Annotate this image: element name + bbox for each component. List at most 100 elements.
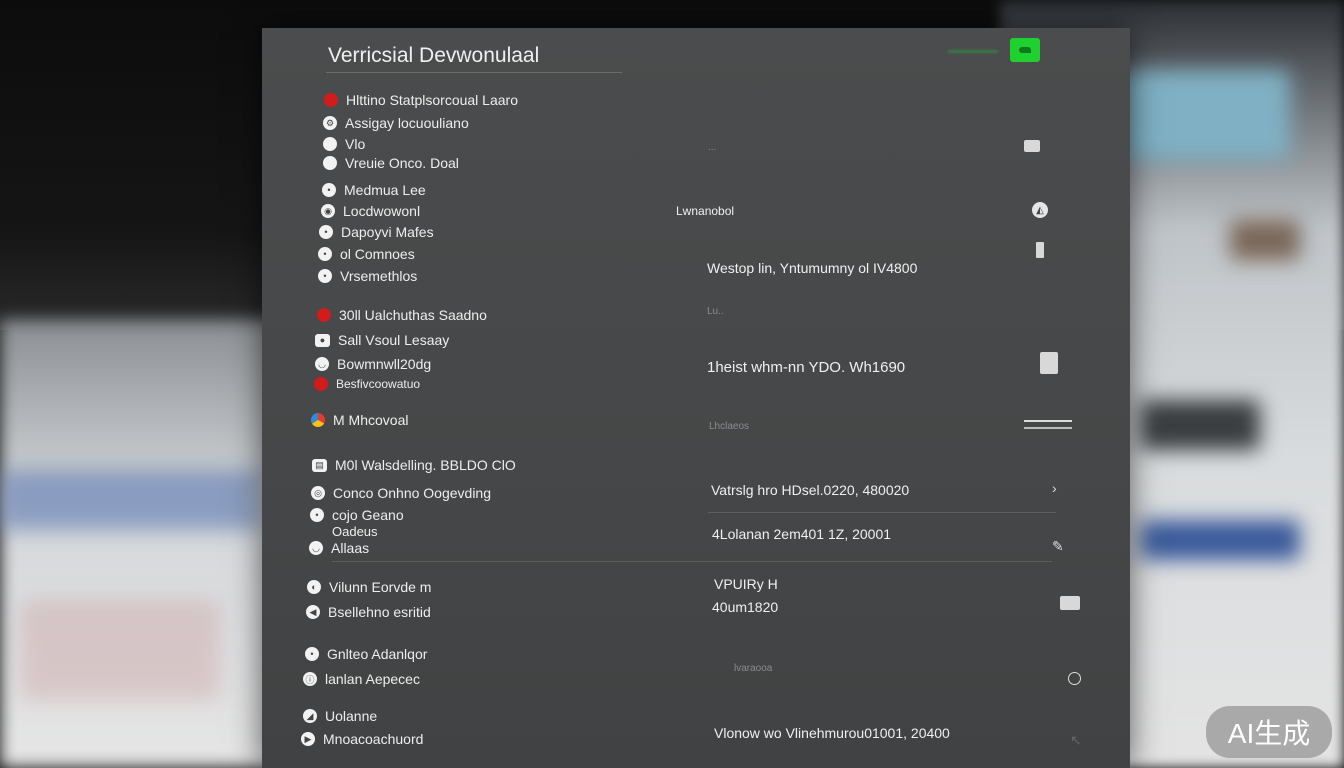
list-item[interactable]: M Mhcovoal (311, 412, 408, 428)
download-panel: Verricsial Devwonulaal Hlttino Statplsor… (262, 28, 1130, 768)
list-item[interactable]: Hlttino Statplsorcoual Laaro (324, 92, 518, 108)
list-item[interactable]: • Vrsemethlos (318, 268, 417, 284)
list-item-label: M Mhcovoal (333, 412, 409, 428)
background-blob (20, 600, 220, 700)
value-text: 4Lolanan 2em401 1Z, 20001 (712, 526, 892, 542)
circle-icon (323, 137, 337, 151)
value-text: 40um1820 (712, 599, 779, 615)
bar-icon[interactable] (1024, 420, 1072, 429)
list-item-label: Vreuie Onco. Doal (345, 155, 459, 171)
list-item-label: Vilunn Eorvde m (329, 579, 432, 595)
list-item-label: cojo Geano (332, 507, 404, 523)
circle-icon: • (305, 647, 319, 661)
person-icon[interactable] (1040, 352, 1058, 374)
list-item-label: Hlttino Statplsorcoual Laaro (346, 92, 518, 108)
list-item-label: Gnlteo Adanlqor (327, 646, 428, 662)
circle-icon: ◉ (321, 204, 335, 218)
list-item-label: Oadeus (332, 524, 378, 539)
list-item[interactable]: • Gnlteo Adanlqor (305, 646, 427, 662)
chevron-right-icon[interactable]: › (1052, 480, 1057, 496)
circle-icon: ◡ (309, 541, 323, 555)
circle-icon: ⓘ (303, 672, 317, 686)
list-item-label: Uolanne (325, 708, 378, 724)
value-dim: lvaraooa (734, 663, 773, 674)
list-item[interactable]: Besfivcoowatuo (314, 377, 420, 391)
square-icon: ▤ (312, 458, 327, 472)
background-blob (1120, 70, 1290, 160)
title-divider (326, 72, 622, 73)
list-item[interactable]: 30ll Ualchuthas Saadno (317, 307, 487, 323)
circle-icon: ◢ (303, 709, 317, 723)
section-divider (332, 561, 1052, 562)
list-item[interactable]: ● Sall Vsoul Lesaay (315, 332, 449, 348)
list-item[interactable]: • Medmua Lee (322, 182, 426, 198)
list-item-label: Bsellehno esritid (328, 604, 431, 620)
arrow-icon[interactable]: ↖ (1070, 732, 1082, 749)
value-text: Vlonow wo Vlinehmurou01001, 20400 (714, 725, 950, 741)
circle-icon: ◡ (315, 357, 329, 371)
list-item[interactable]: ◡ Allaas (309, 540, 369, 556)
circle-icon: ▶ (301, 732, 315, 746)
list-item[interactable]: Vreuie Onco. Doal (323, 155, 459, 171)
list-item-label: Mnoacoachuord (323, 731, 424, 747)
red-dot-icon (317, 308, 331, 322)
list-item[interactable]: ▤ M0l Walsdelling. BBLDO ClO (312, 457, 516, 473)
list-item[interactable]: • cojo Geano (310, 507, 404, 523)
box-icon[interactable] (1024, 140, 1040, 152)
circle-icon: ◀ (306, 605, 320, 619)
list-item[interactable]: Oadeus (332, 524, 378, 539)
list-item-label: M0l Walsdelling. BBLDO ClO (335, 457, 516, 473)
list-item-label: ol Comnoes (340, 246, 415, 262)
list-item-label: 30ll Ualchuthas Saadno (339, 307, 487, 323)
value-dim: ... (708, 142, 717, 153)
list-item-label: Sall Vsoul Lesaay (338, 332, 450, 348)
pen-icon[interactable]: ✎ (1052, 538, 1064, 555)
list-item[interactable]: ◢ Uolanne (303, 708, 377, 724)
red-dot-icon (314, 377, 328, 391)
circle-icon: • (319, 225, 333, 239)
circle-icon (323, 156, 337, 170)
value-text: Westop lin, Yntumumny ol IV4800 (707, 260, 918, 276)
list-item[interactable]: ⚙ Assigay locuouliano (323, 115, 469, 131)
square-icon: ● (315, 333, 330, 347)
multicolor-icon (311, 413, 325, 427)
red-dot-icon (324, 93, 338, 107)
value-text: Lwnanobol (676, 204, 735, 218)
circle-icon: ⚙ (323, 116, 337, 130)
circle-icon: • (322, 183, 336, 197)
box-icon[interactable] (1060, 596, 1080, 610)
ai-generated-watermark: AI生成 (1206, 706, 1332, 758)
list-item[interactable]: ⓘ lanlan Aepecec (303, 671, 420, 687)
radio-icon[interactable] (1068, 672, 1081, 685)
background-blob (1140, 400, 1260, 450)
list-item[interactable]: Vlo (323, 136, 365, 152)
app-logo-icon[interactable] (1010, 38, 1040, 62)
list-item[interactable]: ◡ Bowmnwll20dg (315, 356, 431, 372)
value-text: Vatrslg hro HDsel.0220, 480020 (711, 482, 910, 498)
list-item-label: Besfivcoowatuo (336, 377, 421, 391)
list-item[interactable]: • Dapoyvi Mafes (319, 224, 434, 240)
list-item-label: Medmua Lee (344, 182, 426, 198)
kiosk-icon[interactable] (1036, 242, 1044, 258)
logo-stroke (948, 50, 998, 53)
value-dim: Lhclaeos (709, 421, 750, 432)
circle-icon: ◐ (307, 580, 321, 594)
list-item[interactable]: ◐ Vilunn Eorvde m (307, 579, 431, 595)
list-item[interactable]: ▶ Mnoacoachuord (301, 731, 423, 747)
list-item[interactable]: ◉ Locdwowonl (321, 203, 420, 219)
circle-icon: • (318, 269, 332, 283)
list-item[interactable]: • ol Comnoes (318, 246, 415, 262)
value-text: VPUIRy H (714, 576, 778, 592)
person-icon[interactable]: ◭ (1032, 202, 1048, 218)
panel-title: Verricsial Devwonulaal (328, 44, 540, 67)
list-item-label: Assigay locuouliano (345, 115, 469, 131)
value-dim: Lu.. (707, 306, 724, 317)
circle-icon: ◎ (311, 486, 325, 500)
list-item-label: Vlo (345, 136, 366, 152)
list-item-label: Bowmnwll20dg (337, 356, 432, 372)
row-divider (708, 512, 1056, 513)
list-item[interactable]: ◀ Bsellehno esritid (306, 604, 431, 620)
list-item-label: Locdwowonl (343, 203, 421, 219)
list-item-label: lanlan Aepecec (325, 671, 420, 687)
list-item[interactable]: ◎ Conco Onhno Oogevding (311, 485, 491, 501)
